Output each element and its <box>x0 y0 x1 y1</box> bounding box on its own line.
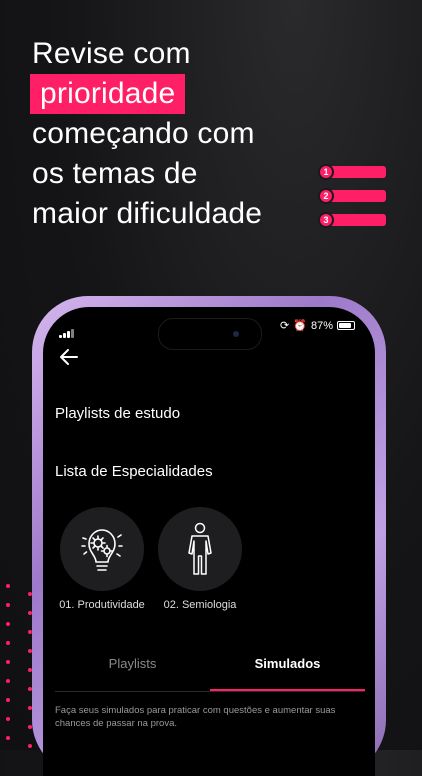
specialty-label: 02. Semiologia <box>163 599 237 611</box>
tab-bar: Playlists Simulados <box>55 651 365 692</box>
tab-simulados[interactable]: Simulados <box>210 651 365 691</box>
camera-icon <box>233 331 239 337</box>
decoration-dot <box>6 622 10 626</box>
numbered-list-decoration: 1 2 3 <box>318 164 386 236</box>
headline: Revise com prioridade começando com os t… <box>30 34 263 234</box>
simulados-description: Faça seus simulados para praticar com qu… <box>55 705 336 729</box>
signal-icon <box>59 320 75 338</box>
specialty-card-semiologia[interactable]: 02. Semiologia <box>150 507 250 611</box>
decoration-dot <box>6 641 10 645</box>
deco-item: 2 <box>318 188 386 204</box>
deco-number: 1 <box>318 164 334 180</box>
decoration-dot <box>6 584 10 588</box>
tab-playlists[interactable]: Playlists <box>55 651 210 691</box>
battery-icon <box>337 321 355 330</box>
decoration-dot <box>28 744 32 748</box>
human-body-icon <box>188 522 212 575</box>
playlists-section-title[interactable]: Playlists de estudo <box>55 405 180 422</box>
decoration-dot <box>6 603 10 607</box>
rotation-lock-icon: ⟳ <box>280 320 290 332</box>
decoration-dot <box>6 717 10 721</box>
decoration-dot <box>6 736 10 740</box>
deco-item: 3 <box>318 212 386 228</box>
specialty-label: 01. Produtividade <box>59 599 145 611</box>
deco-number: 2 <box>318 188 334 204</box>
alarm-icon: ⏰ <box>293 320 307 332</box>
dynamic-island <box>158 318 262 350</box>
battery-level <box>339 323 352 328</box>
headline-highlight: prioridade <box>30 74 186 114</box>
lightbulb-gears-icon <box>81 529 123 571</box>
battery-percent: 87% <box>310 319 333 332</box>
decoration-dot <box>6 698 10 702</box>
phone-frame: ⟳ ⏰ 87% Playlists de estudo Lista de Esp… <box>32 296 386 776</box>
headline-line-5: maior dificuldade <box>32 197 263 230</box>
deco-number: 3 <box>318 212 334 228</box>
specialty-card-produtividade[interactable]: 01. Produtividade <box>52 507 152 611</box>
headline-line-3: começando com <box>32 117 255 150</box>
specialties-section-title: Lista de Especialidades <box>55 463 213 480</box>
headline-line-4: os temas de <box>32 157 198 190</box>
headline-line-1: Revise com <box>32 37 191 70</box>
back-arrow-icon[interactable] <box>57 345 81 369</box>
deco-item: 1 <box>318 164 386 180</box>
phone-screen: ⟳ ⏰ 87% Playlists de estudo Lista de Esp… <box>43 307 375 776</box>
decoration-dot <box>6 679 10 683</box>
status-bar-right: ⟳ ⏰ 87% <box>280 319 355 332</box>
decoration-dot <box>6 660 10 664</box>
